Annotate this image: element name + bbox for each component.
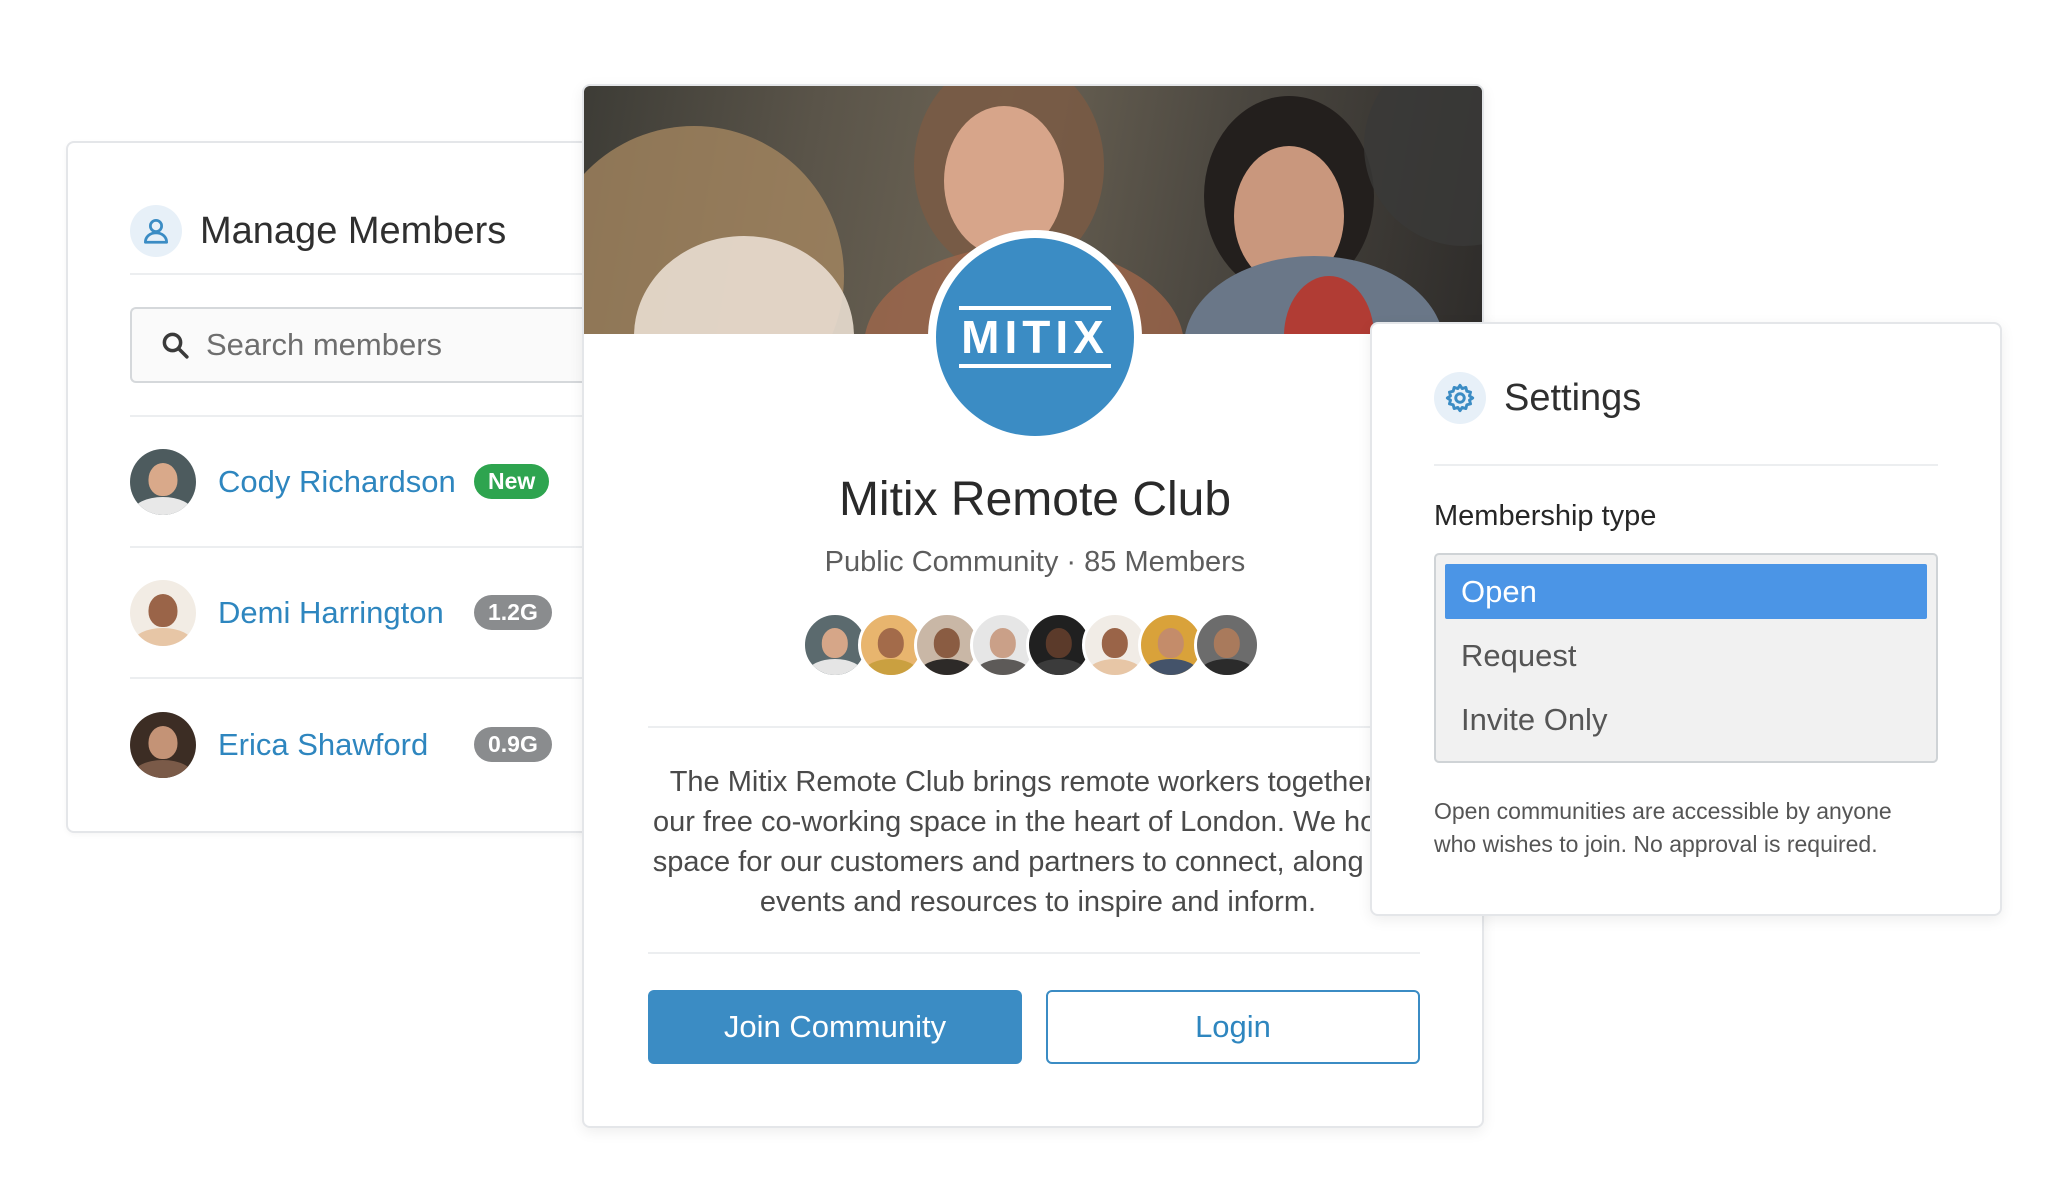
membership-type-label: Membership type: [1434, 500, 1657, 532]
option-request[interactable]: Request: [1445, 628, 1927, 683]
option-invite-only[interactable]: Invite Only: [1445, 692, 1927, 747]
member-badge: 1.2G: [474, 595, 552, 630]
member-badge: New: [474, 464, 550, 499]
user-icon: [130, 205, 182, 257]
avatar: [130, 711, 196, 778]
avatar: [130, 448, 196, 515]
settings-panel-title: Settings: [1504, 376, 1642, 419]
divider: [648, 726, 1420, 728]
community-card: MITIX Mitix Remote Club Public Community…: [582, 84, 1484, 1128]
members-panel-title: Manage Members: [200, 209, 507, 252]
divider: [648, 952, 1420, 954]
avatar: [130, 579, 196, 646]
membership-help-text: Open communities are accessible by anyon…: [1434, 798, 1892, 857]
divider: [1434, 464, 1938, 466]
membership-type-select[interactable]: Open Request Invite Only: [1434, 553, 1938, 763]
community-logo: MITIX: [928, 230, 1142, 444]
member-name[interactable]: Demi Harrington: [218, 595, 474, 631]
member-avatar-stack[interactable]: [802, 612, 1260, 678]
option-open[interactable]: Open: [1445, 564, 1927, 619]
search-icon: [162, 332, 189, 359]
gear-icon: [1434, 372, 1486, 424]
settings-panel-header: Settings: [1434, 364, 1938, 432]
community-meta: Public Community · 85 Members: [824, 546, 1246, 578]
member-name[interactable]: Cody Richardson: [218, 464, 474, 500]
search-placeholder: Search members: [206, 327, 443, 362]
login-button[interactable]: Login: [1046, 990, 1420, 1064]
join-community-button[interactable]: Join Community: [648, 990, 1022, 1064]
stage: Manage Members Search members Cody Richa…: [0, 0, 2048, 1200]
logo-text: MITIX: [959, 306, 1111, 368]
settings-panel: Settings Membership type Open Request In…: [1370, 322, 2002, 916]
community-description: The Mitix Remote Club brings remote work…: [652, 766, 1424, 918]
avatar: [1194, 612, 1260, 678]
member-badge: 0.9G: [474, 727, 552, 762]
member-name[interactable]: Erica Shawford: [218, 727, 474, 763]
community-name: Mitix Remote Club: [838, 473, 1232, 526]
